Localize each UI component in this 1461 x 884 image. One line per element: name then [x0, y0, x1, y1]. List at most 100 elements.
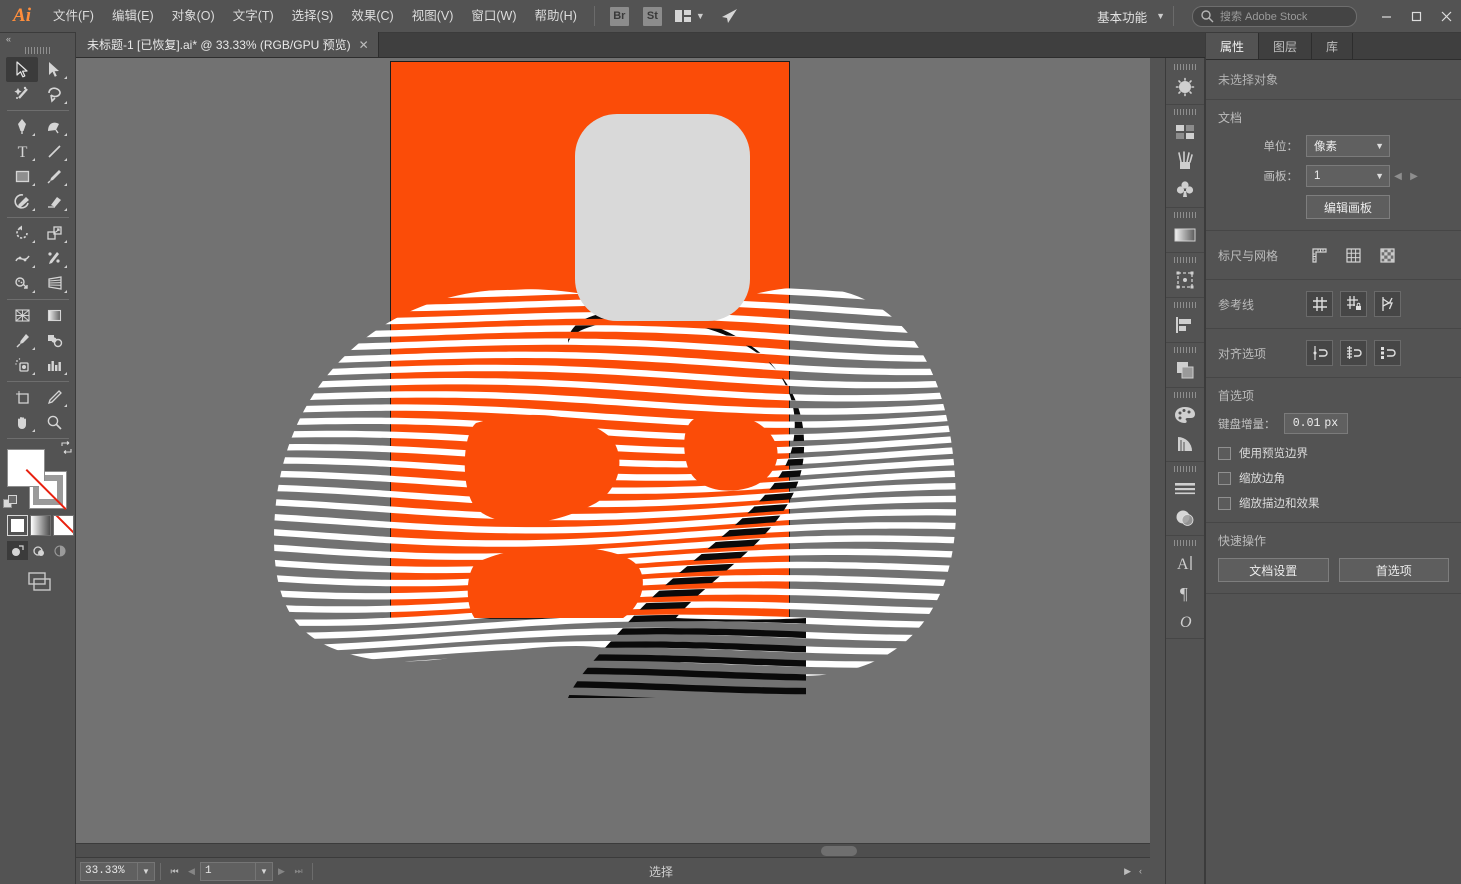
close-button[interactable] [1431, 0, 1461, 33]
snap-to-grid-icon[interactable] [1340, 340, 1367, 366]
zoom-dropdown-chevron-icon[interactable]: ▼ [138, 861, 155, 881]
scale-strokes-checkbox-row[interactable]: 缩放描边和效果 [1218, 495, 1449, 511]
scale-corners-checkbox[interactable] [1218, 471, 1231, 485]
discover-rocket-icon[interactable] [719, 8, 739, 24]
next-artboard-arrow-icon[interactable]: ▶ [1406, 165, 1422, 187]
canvas-area[interactable] [76, 58, 1150, 857]
tool-free-transform[interactable] [38, 246, 70, 271]
rail-grip[interactable] [1174, 64, 1196, 70]
tool-symbol-sprayer[interactable] [6, 353, 38, 378]
paragraph-panel-icon[interactable]: ¶ [1166, 577, 1204, 606]
draw-inside-icon[interactable] [49, 541, 70, 560]
arrange-documents-icon[interactable]: ▼ [674, 10, 705, 22]
tool-column-graph[interactable] [38, 353, 70, 378]
preferences-button[interactable]: 首选项 [1338, 558, 1449, 582]
rail-grip[interactable] [1174, 466, 1196, 472]
tab-layers[interactable]: 图层 [1259, 33, 1313, 59]
stock-search-box[interactable]: 搜索 Adobe Stock [1192, 5, 1357, 27]
last-artboard-button[interactable]: ⏭ [290, 862, 307, 881]
menu-view[interactable]: 视图(V) [403, 0, 463, 33]
tool-width[interactable] [6, 246, 38, 271]
tool-mesh[interactable] [6, 303, 38, 328]
units-select[interactable]: 像素 ▼ [1306, 135, 1390, 157]
tools-panel-grip[interactable] [24, 47, 51, 54]
transparency-panel-icon[interactable] [1166, 503, 1204, 532]
color-guide-panel-icon[interactable] [1166, 429, 1204, 458]
tool-slice[interactable] [38, 385, 70, 410]
rail-grip[interactable] [1174, 540, 1196, 546]
smart-guides-icon[interactable] [1374, 291, 1401, 317]
tool-curvature[interactable] [38, 114, 70, 139]
tool-rectangle[interactable] [6, 164, 38, 189]
swatches-panel-icon[interactable] [1166, 117, 1204, 146]
rail-grip[interactable] [1174, 109, 1196, 115]
maximize-button[interactable] [1401, 0, 1431, 33]
tool-eraser[interactable] [38, 189, 70, 214]
status-collapse-icon[interactable]: ‹ [1139, 866, 1142, 876]
tool-pen[interactable] [6, 114, 38, 139]
artboard-select[interactable]: 1 ▼ [1306, 165, 1390, 187]
tab-properties[interactable]: 属性 [1206, 33, 1260, 59]
lock-guides-icon[interactable] [1340, 291, 1367, 317]
tool-zoom[interactable] [38, 410, 70, 435]
rail-grip[interactable] [1174, 257, 1196, 263]
none-swatch-button[interactable] [53, 515, 74, 536]
color-panel-icon[interactable] [1166, 400, 1204, 429]
menu-select[interactable]: 选择(S) [283, 0, 343, 33]
menu-object[interactable]: 对象(O) [163, 0, 224, 33]
default-fill-stroke-icon[interactable] [3, 495, 19, 511]
tool-perspective-grid[interactable] [38, 271, 70, 296]
current-tool-status[interactable]: 选择 [318, 863, 1124, 880]
artboard-dropdown-chevron-icon[interactable]: ▼ [256, 861, 273, 881]
snap-to-pixel-icon[interactable] [1374, 340, 1401, 366]
document-tab[interactable]: 未标题-1 [已恢复].ai* @ 33.33% (RGB/GPU 预览) ✕ [76, 32, 379, 57]
menu-edit[interactable]: 编辑(E) [103, 0, 163, 33]
tool-gradient[interactable] [38, 303, 70, 328]
change-screen-mode-icon[interactable] [0, 570, 75, 594]
glyphs-panel-icon[interactable]: O [1166, 606, 1204, 635]
brushes-panel-icon[interactable] [1166, 146, 1204, 175]
align-panel-icon[interactable] [1166, 310, 1204, 339]
scale-corners-checkbox-row[interactable]: 缩放边角 [1218, 470, 1449, 486]
menu-type[interactable]: 文字(T) [224, 0, 283, 33]
bridge-icon[interactable]: Br [609, 6, 629, 26]
stock-icon[interactable]: St [642, 6, 662, 26]
symbols-panel-icon[interactable] [1166, 175, 1204, 204]
workspace-chevron-down-icon[interactable]: ▼ [1156, 11, 1165, 21]
gradient-panel-icon[interactable] [1166, 220, 1204, 249]
preview-bounds-checkbox-row[interactable]: 使用预览边界 [1218, 445, 1449, 461]
minimize-button[interactable] [1371, 0, 1401, 33]
tool-scale[interactable] [38, 221, 70, 246]
status-play-icon[interactable]: ▶ [1124, 866, 1131, 877]
rail-grip[interactable] [1174, 392, 1196, 398]
tool-blend[interactable] [38, 328, 70, 353]
swap-fill-stroke-icon[interactable] [60, 441, 73, 454]
canvas-horizontal-scrollbar[interactable] [76, 843, 1150, 857]
tool-type[interactable]: T [6, 139, 38, 164]
first-artboard-button[interactable]: ⏮ [166, 862, 183, 881]
rounded-rectangle-shape[interactable] [575, 114, 750, 321]
show-transparency-grid-icon[interactable] [1374, 242, 1401, 268]
workspace-switcher[interactable]: 基本功能 [1093, 7, 1151, 26]
horizontal-scroll-thumb[interactable] [821, 846, 857, 856]
tool-hand[interactable] [6, 410, 38, 435]
zoom-level-field[interactable]: 33.33% [80, 861, 138, 881]
draw-behind-icon[interactable] [28, 541, 49, 560]
tool-direct-selection[interactable] [38, 57, 70, 82]
tool-magic-wand[interactable] [6, 82, 38, 107]
menu-window[interactable]: 窗口(W) [462, 0, 525, 33]
artboard-number-field[interactable]: 1 [200, 861, 256, 881]
tab-libraries[interactable]: 库 [1312, 33, 1354, 59]
tool-paintbrush[interactable] [38, 164, 70, 189]
previous-artboard-arrow-icon[interactable]: ◀ [1390, 165, 1406, 187]
previous-artboard-button[interactable]: ◀ [183, 862, 200, 881]
edit-artboards-button[interactable]: 编辑画板 [1306, 195, 1390, 219]
collapse-tools-icon[interactable]: « [6, 34, 11, 44]
scale-strokes-checkbox[interactable] [1218, 496, 1231, 510]
next-artboard-button[interactable]: ▶ [273, 862, 290, 881]
color-swatch-button[interactable] [7, 515, 28, 536]
tool-rotate[interactable] [6, 221, 38, 246]
menu-help[interactable]: 帮助(H) [526, 0, 586, 33]
tool-line-segment[interactable] [38, 139, 70, 164]
search-input[interactable]: 搜索 Adobe Stock [1220, 8, 1307, 24]
